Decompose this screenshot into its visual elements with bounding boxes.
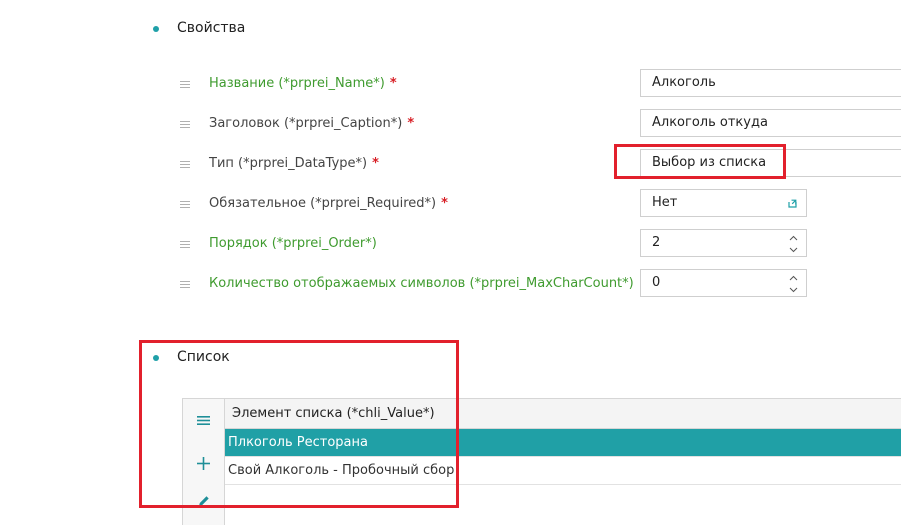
required-marker: * — [372, 156, 379, 171]
field-row-caption: Заголовок (*prprei_Caption*) * Алкоголь о… — [0, 109, 901, 149]
field-row-name: Название (*prprei_Name*) * Алкоголь — [0, 69, 901, 109]
field-row-datatype: Тип (*prprei_DataType*) * Выбор из списка — [0, 149, 901, 189]
drag-handle-icon[interactable] — [180, 281, 190, 289]
required-marker: * — [407, 116, 415, 131]
spinner-arrows-icon[interactable] — [789, 234, 798, 254]
field-label-required: Обязательное (*prprei_Required*) * — [209, 196, 448, 211]
drag-handle-icon[interactable] — [180, 241, 190, 249]
add-item-button[interactable] — [183, 444, 224, 482]
field-row-order: Порядок (*prprei_Order*) 2 — [0, 229, 901, 269]
caption-input[interactable]: Алкоголь откуда — [640, 109, 901, 137]
drag-handle-icon[interactable] — [180, 121, 190, 129]
table-row[interactable]: Свой Алкоголь - Пробочный сбор — [225, 457, 901, 485]
list-section-title: Список — [177, 349, 230, 365]
column-header-value[interactable]: Элемент списка (*chli_Value*) — [225, 399, 901, 429]
field-label-maxcharcount: Количество отображаемых символов (*prpre… — [209, 276, 634, 291]
maxcharcount-stepper[interactable]: 0 — [640, 269, 807, 297]
field-label-order: Порядок (*prprei_Order*) — [209, 236, 377, 251]
drag-handle-icon[interactable] — [180, 161, 190, 169]
maxcharcount-stepper-value: 0 — [652, 275, 661, 290]
pencil-icon — [198, 496, 209, 506]
plus-icon — [197, 456, 210, 470]
order-stepper-value: 2 — [652, 235, 661, 250]
required-lookup[interactable]: Нет — [640, 189, 807, 217]
name-input[interactable]: Алкоголь — [640, 69, 901, 97]
field-label-datatype: Тип (*prprei_DataType*) * — [209, 156, 379, 171]
section-bullet-icon — [153, 26, 159, 32]
required-lookup-value: Нет — [652, 195, 678, 210]
required-marker: * — [389, 76, 397, 91]
grid-menu-button[interactable] — [183, 401, 224, 439]
table-row[interactable]: Плкоголь Ресторана — [225, 429, 901, 457]
menu-icon — [197, 415, 210, 425]
spinner-arrows-icon[interactable] — [789, 274, 798, 294]
section-bullet-icon — [153, 355, 159, 361]
property-editor-page: Свойства Название (*prprei_Name*) * Алког… — [0, 0, 901, 525]
field-row-maxcharcount: Количество отображаемых символов (*prpre… — [0, 269, 901, 309]
required-marker: * — [441, 196, 448, 211]
grid-toolbar — [183, 399, 225, 525]
edit-item-button[interactable] — [183, 482, 224, 520]
order-stepper[interactable]: 2 — [640, 229, 807, 257]
properties-section-title: Свойства — [177, 20, 246, 36]
datatype-input[interactable]: Выбор из списка — [640, 149, 901, 177]
field-label-caption: Заголовок (*prprei_Caption*) * — [209, 116, 415, 131]
drag-handle-icon[interactable] — [180, 201, 190, 209]
lookup-icon[interactable] — [788, 199, 797, 208]
field-label-name: Название (*prprei_Name*) * — [209, 76, 397, 91]
list-grid: Элемент списка (*chli_Value*) Плкоголь Р… — [182, 398, 901, 525]
drag-handle-icon[interactable] — [180, 81, 190, 89]
field-row-required: Обязательное (*prprei_Required*) * Нет — [0, 189, 901, 229]
